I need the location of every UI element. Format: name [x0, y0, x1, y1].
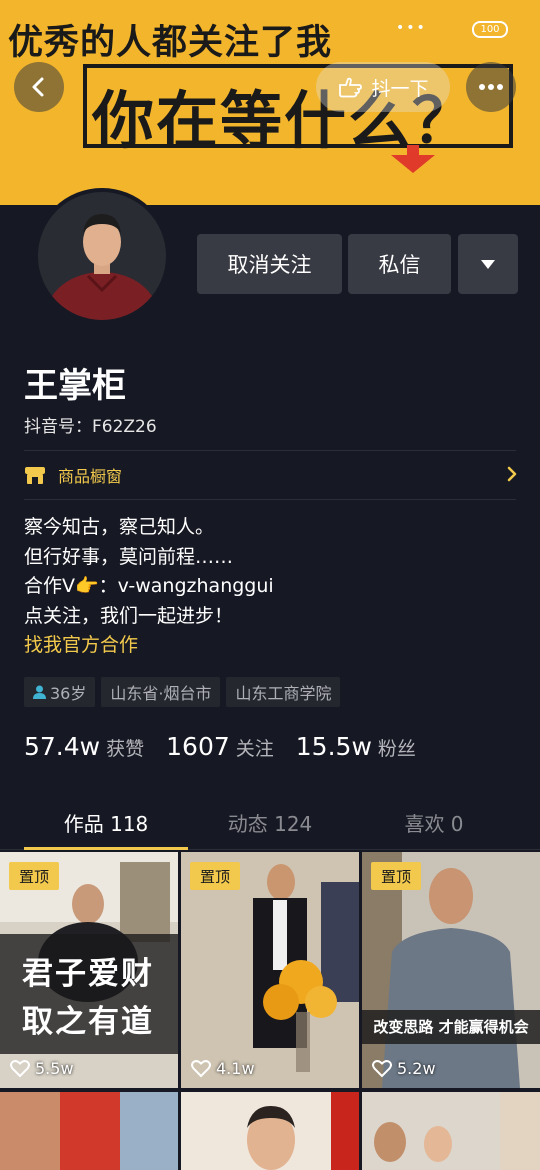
bio-line: 合作V👉：v-wangzhanggui	[24, 575, 274, 597]
tab-indicator	[24, 847, 188, 850]
recommend-dropdown-button[interactable]	[458, 234, 518, 294]
tab-dynamics[interactable]: 动态 124	[180, 808, 360, 837]
hand-point-icon	[339, 77, 363, 98]
bio: 察今知古，察己知人。 但行好事，莫问前程…… 合作V👉：v-wangzhangg…	[24, 513, 274, 661]
heart-icon	[372, 1059, 392, 1077]
video-thumbnail	[181, 1092, 359, 1170]
tab-works[interactable]: 作品 118	[16, 808, 196, 837]
following-label: 关注	[235, 738, 274, 760]
video-likes: 5.5w	[10, 1059, 74, 1078]
tab-likes[interactable]: 喜欢 0	[344, 808, 524, 837]
video-tile[interactable]: 置顶 改变思路 才能赢得机会 5.2w	[362, 852, 540, 1088]
heart-icon	[191, 1059, 211, 1077]
profile-name: 王掌柜	[24, 366, 126, 406]
back-button[interactable]	[14, 62, 64, 112]
video-likes: 4.1w	[191, 1059, 255, 1078]
caption-line: 取之有道	[22, 1004, 154, 1040]
message-button[interactable]: 私信	[348, 234, 451, 294]
signal-icon: •••	[396, 20, 427, 36]
official-cooperation-link[interactable]: 找我官方合作	[24, 631, 274, 661]
video-tile[interactable]	[362, 1092, 540, 1170]
pinned-badge: 置顶	[190, 862, 241, 890]
video-tile[interactable]: 置顶 4.1w	[181, 852, 359, 1088]
caret-down-icon	[481, 259, 495, 269]
video-likes-count: 5.2w	[397, 1059, 436, 1078]
shake-label: 抖一下	[371, 77, 429, 100]
caption-line: 君子爱财	[22, 956, 154, 992]
video-thumbnail	[362, 1092, 540, 1170]
douyin-id: 抖音号：F62Z26	[24, 417, 157, 437]
video-tile[interactable]	[181, 1092, 359, 1170]
bio-line: 察今知古，察己知人。	[24, 516, 215, 538]
video-tile[interactable]: 置顶 君子爱财 取之有道 5.5w	[0, 852, 178, 1088]
bio-line: 但行好事，莫问前程……	[24, 545, 234, 568]
shop-window-row[interactable]: 商品橱窗	[24, 457, 518, 493]
more-options-button[interactable]	[466, 62, 516, 112]
video-tile[interactable]	[0, 1092, 178, 1170]
likes-label: 获赞	[106, 738, 145, 760]
profile-tags: 36岁 山东省·烟台市 山东工商学院	[24, 677, 341, 707]
divider	[24, 499, 516, 500]
age-tag-label: 36岁	[50, 684, 87, 703]
avatar-image	[38, 192, 166, 320]
age-tag: 36岁	[24, 677, 96, 707]
chevron-left-icon	[32, 77, 44, 97]
following-count: 1607	[166, 732, 230, 761]
following-stat[interactable]: 1607 关注	[166, 732, 274, 761]
banner-top-text: 优秀的人都关注了我	[8, 23, 333, 63]
fans-label: 粉丝	[377, 738, 416, 760]
down-arrow-icon	[391, 145, 435, 173]
video-caption: 改变思路 才能赢得机会	[362, 1010, 540, 1044]
fans-count: 15.5w	[295, 732, 372, 761]
chevron-right-icon	[507, 466, 517, 482]
content-tabs: 作品 118 动态 124 喜欢 0	[0, 800, 540, 850]
unfollow-button[interactable]: 取消关注	[197, 234, 342, 294]
bio-line: 点关注，我们一起进步！	[24, 604, 234, 627]
school-tag: 山东工商学院	[226, 677, 341, 707]
heart-icon	[10, 1059, 30, 1077]
pinned-badge: 置顶	[9, 862, 60, 890]
profile-banner: 优秀的人都关注了我 你在等什么？	[0, 0, 540, 205]
video-thumbnail	[0, 1092, 178, 1170]
video-likes: 5.2w	[372, 1059, 436, 1078]
divider	[24, 450, 516, 451]
video-likes-count: 4.1w	[216, 1059, 255, 1078]
pinned-badge: 置顶	[371, 862, 422, 890]
likes-count: 57.4w	[24, 732, 101, 761]
profile-stats: 57.4w 获赞 1607 关注 15.5w 粉丝	[24, 732, 438, 761]
person-icon	[33, 685, 46, 699]
location-tag: 山东省·烟台市	[101, 677, 221, 707]
video-caption: 君子爱财 取之有道	[0, 934, 178, 1054]
avatar[interactable]	[34, 188, 170, 324]
fans-stat[interactable]: 15.5w 粉丝	[296, 732, 416, 761]
more-dots-icon	[479, 84, 503, 90]
likes-stat: 57.4w 获赞	[24, 732, 144, 761]
shop-window-label: 商品橱窗	[58, 467, 123, 486]
shop-icon	[25, 467, 45, 484]
shake-button[interactable]: 抖一下	[316, 62, 450, 112]
video-likes-count: 5.5w	[35, 1059, 74, 1078]
battery-indicator: 100	[472, 21, 508, 38]
